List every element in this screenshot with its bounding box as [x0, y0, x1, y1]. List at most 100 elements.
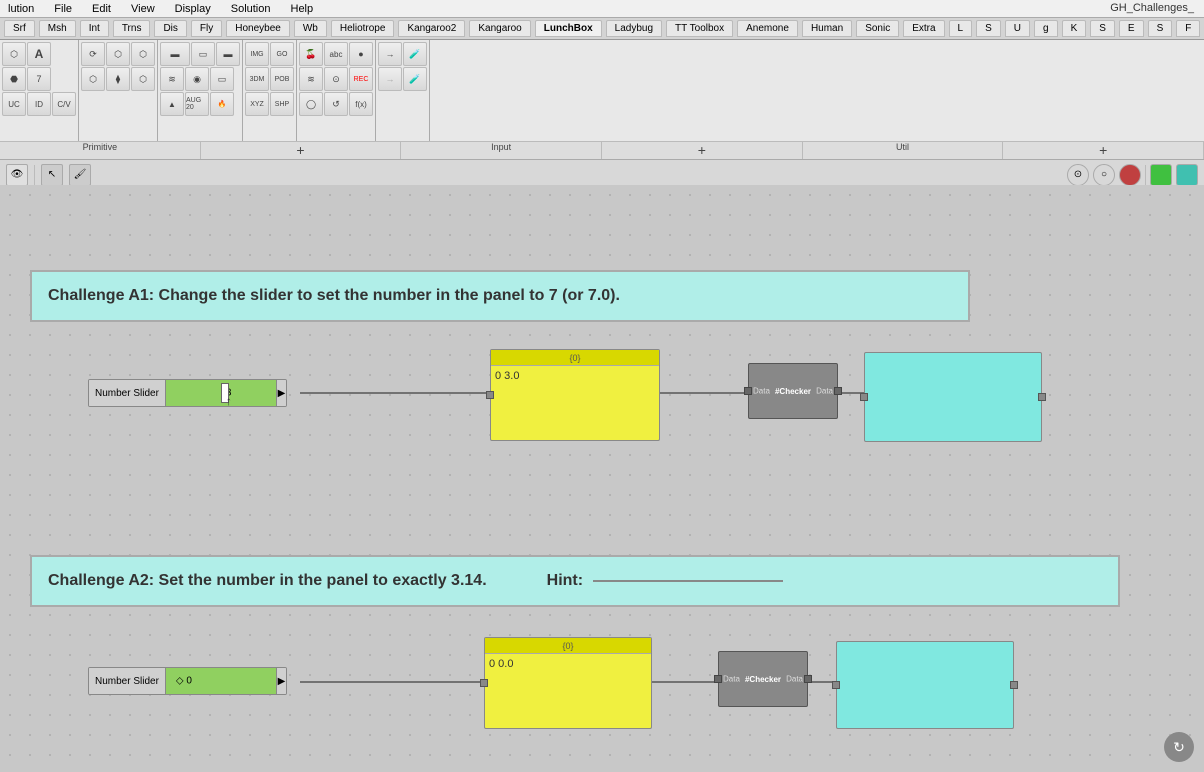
toolbar-btn-12[interactable]: ⧫	[106, 67, 130, 91]
checker-1[interactable]: Data Data #Checker	[748, 363, 838, 419]
toolbar-btn-flask1[interactable]: 🧪	[403, 42, 427, 66]
tab-s2[interactable]: S	[1090, 20, 1115, 37]
eye-icon[interactable]: 👁	[6, 164, 28, 186]
toolbar-btn-18[interactable]: ◉	[185, 67, 209, 91]
tab-human[interactable]: Human	[802, 20, 852, 37]
toolbar-btn-rec[interactable]: REC	[349, 67, 373, 91]
tab-sonic[interactable]: Sonic	[856, 20, 899, 37]
toolbar-btn-dot[interactable]: ⊙	[324, 67, 348, 91]
tab-k[interactable]: K	[1062, 20, 1087, 37]
number-slider-1[interactable]: Number Slider 3 ↑ ▶	[88, 379, 287, 407]
section-label-input-expand[interactable]: +	[602, 142, 803, 159]
section-label-util-expand[interactable]: +	[1003, 142, 1204, 159]
toolbar-btn-arrow-r2[interactable]: →	[378, 67, 402, 91]
toolbar-btn-wave[interactable]: ≋	[299, 67, 323, 91]
tab-e[interactable]: E	[1119, 20, 1144, 37]
toolbar-btn-arrow-r1[interactable]: →	[378, 42, 402, 66]
view-btn-zoom[interactable]: ⊙	[1067, 164, 1089, 186]
view-btn-green[interactable]	[1150, 164, 1172, 186]
toolbar-btn-3[interactable]: ⬣	[2, 67, 26, 91]
toolbar-btn-20[interactable]: ▲	[160, 92, 184, 116]
toolbar-btn-17[interactable]: ≋	[160, 67, 184, 91]
toolbar-btn-cherry[interactable]: 🍒	[299, 42, 323, 66]
toolbar-btn-1[interactable]: ⬡	[2, 42, 26, 66]
tab-extra[interactable]: Extra	[903, 20, 944, 37]
toolbar-btn-pob[interactable]: POB	[270, 67, 294, 91]
toolbar-btn-circle[interactable]: ●	[349, 42, 373, 66]
toolbar-btn-19[interactable]: ▭	[210, 67, 234, 91]
tab-u[interactable]: U	[1005, 20, 1030, 37]
toolbar-btn-4[interactable]: 7	[27, 67, 51, 91]
slider-1-track[interactable]: 3 ↑	[166, 380, 276, 406]
panel-1[interactable]: {0} 0 3.0	[490, 349, 660, 441]
tab-srf[interactable]: Srf	[4, 20, 35, 37]
slider-2-track[interactable]: ◇ 0	[166, 668, 276, 694]
toolbar-btn-shp[interactable]: SHP	[270, 92, 294, 116]
tab-anemone[interactable]: Anemone	[737, 20, 798, 37]
view-btn-red[interactable]	[1119, 164, 1141, 186]
tab-dis[interactable]: Dis	[154, 20, 186, 37]
tab-l[interactable]: L	[949, 20, 973, 37]
paint-icon[interactable]: 🖌	[69, 164, 91, 186]
menu-item-file[interactable]: File	[50, 2, 76, 16]
menu-item-help[interactable]: Help	[287, 2, 318, 16]
tab-lunchbox[interactable]: LunchBox	[535, 20, 602, 37]
toolbar-btn-10[interactable]: ⬡	[131, 42, 155, 66]
toolbar-btn-refresh[interactable]: ↺	[324, 92, 348, 116]
menu-item-view[interactable]: View	[127, 2, 159, 16]
slider-1-thumb[interactable]	[221, 383, 229, 403]
toolbar-btn-21[interactable]: AUG 20	[185, 92, 209, 116]
cursor-icon[interactable]: ↖	[41, 164, 63, 186]
toolbar-btn-3dm[interactable]: 3DM	[245, 67, 269, 91]
menu-item-display[interactable]: Display	[171, 2, 215, 16]
output-panel-1[interactable]	[864, 352, 1042, 442]
tab-tt-toolbox[interactable]: TT Toolbox	[666, 20, 733, 37]
toolbar-btn-img[interactable]: IMG	[245, 42, 269, 66]
toolbar-btn-9[interactable]: ⬡	[106, 42, 130, 66]
toolbar-btn-13[interactable]: ⬡	[131, 67, 155, 91]
tab-wb[interactable]: Wb	[294, 20, 327, 37]
checker-2[interactable]: Data Data #Checker	[718, 651, 808, 707]
tab-s1[interactable]: S	[976, 20, 1001, 37]
toolbar-btn-6[interactable]: ID	[27, 92, 51, 116]
toolbar-btn-22[interactable]: 🔥	[210, 92, 234, 116]
tab-fly[interactable]: Fly	[191, 20, 222, 37]
tab-honeybee[interactable]: Honeybee	[226, 20, 290, 37]
toolbar-btn-16[interactable]: ▬	[216, 42, 240, 66]
panel-2-input-port	[480, 679, 488, 687]
tab-kangaroo[interactable]: Kangaroo	[469, 20, 530, 37]
toolbar-btn-14[interactable]: ▬	[160, 42, 190, 66]
tab-msh[interactable]: Msh	[39, 20, 76, 37]
view-btn-teal[interactable]	[1176, 164, 1198, 186]
tab-f[interactable]: F	[1176, 20, 1200, 37]
toolbar-btn-xyz[interactable]: XYZ	[245, 92, 269, 116]
toolbar-btn-abc[interactable]: abc	[324, 42, 348, 66]
tab-kangaroo2[interactable]: Kangaroo2	[398, 20, 465, 37]
toolbar-btn-7[interactable]: C/V	[52, 92, 76, 116]
toolbar-btn-circle2[interactable]: ◯	[299, 92, 323, 116]
menu-item-solution[interactable]: Solution	[227, 2, 275, 16]
canvas-area[interactable]: Challenge A1: Change the slider to set t…	[0, 185, 1204, 772]
tab-ladybug[interactable]: Ladybug	[606, 20, 662, 37]
toolbar-btn-5[interactable]: UC	[2, 92, 26, 116]
tab-g[interactable]: g	[1034, 20, 1058, 37]
toolbar-btn-2[interactable]: A	[27, 42, 51, 66]
toolbar-btn-go[interactable]: GO	[270, 42, 294, 66]
tab-heliotrope[interactable]: Heliotrope	[331, 20, 395, 37]
challenge-a2-hint-label: Hint:	[547, 572, 583, 590]
view-btn-zoom2[interactable]: ○	[1093, 164, 1115, 186]
tab-s3[interactable]: S	[1148, 20, 1173, 37]
toolbar-btn-11[interactable]: ⬡	[81, 67, 105, 91]
menu-item-edit[interactable]: Edit	[88, 2, 115, 16]
output-panel-2[interactable]	[836, 641, 1014, 729]
number-slider-2[interactable]: Number Slider ◇ 0 ▶	[88, 667, 287, 695]
tab-trns[interactable]: Trns	[113, 20, 151, 37]
tab-int[interactable]: Int	[80, 20, 109, 37]
menu-item-lution[interactable]: lution	[4, 2, 38, 16]
toolbar-btn-flask2[interactable]: 🧪	[403, 67, 427, 91]
toolbar-btn-fx[interactable]: f(x)	[349, 92, 373, 116]
toolbar-btn-8[interactable]: ⟳	[81, 42, 105, 66]
panel-2[interactable]: {0} 0 0.0	[484, 637, 652, 729]
section-label-primitive-expand[interactable]: +	[201, 142, 402, 159]
toolbar-btn-15[interactable]: ▭	[191, 42, 215, 66]
